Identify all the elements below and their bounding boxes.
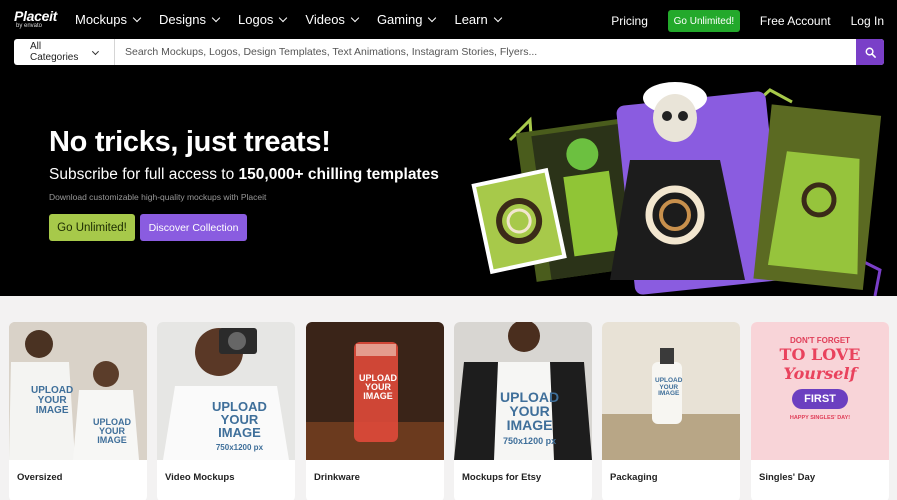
login-link[interactable]: Log In [851,14,884,28]
upload-text-1: UPLOAD YOUR IMAGE [31,386,73,416]
menu-label: Logos [238,12,274,27]
upload-text: UPLOAD YOUR IMAGE 750x1200 px [212,400,267,452]
chevron-down-icon [428,13,437,23]
upload-text: UPLOAD YOUR IMAGE [655,377,682,398]
nav-actions: Pricing Go Unlimited! Free Account Log I… [611,10,884,32]
card-image: UPLOAD YOUR IMAGE UPLOAD YOUR IMAGE [9,322,147,460]
main-menu: Mockups Designs Logos Videos Gaming Lear… [75,12,520,27]
menu-label: Gaming [376,12,423,27]
hero-go-unlimited-button[interactable]: Go Unlimited! [49,214,135,241]
menu-label: Mockups [75,12,128,27]
menu-label: Videos [305,12,345,27]
go-unlimited-button[interactable]: Go Unlimited! [667,10,740,32]
chevron-down-icon [92,47,100,55]
hero-subtitle-text: Subscribe for full access to [49,166,239,183]
menu-designs[interactable]: Designs [159,12,221,27]
placeit-logo[interactable]: Placeit by envato [14,9,58,31]
singles-line-1: DON'T FORGET [789,336,851,345]
card-label: Oversized [17,472,63,483]
card-image: UPLOAD YOUR IMAGE 750x1200 px [157,322,295,460]
image-word: IMAGE [506,417,553,433]
image-word: IMAGE [218,425,261,440]
card-label: Packaging [610,472,658,483]
menu-label: Designs [159,12,206,27]
size-text: 750x1200 px [503,436,557,446]
card-image: DON'T FORGET TO LOVE Yourself FIRST HAPP… [751,322,889,460]
upload-text: UPLOAD YOUR IMAGE [359,374,397,401]
search-bar: All Categories [14,39,884,65]
search-icon [865,47,876,58]
menu-label: Learn [454,12,488,27]
pricing-link[interactable]: Pricing [611,14,648,28]
singles-line-4: FIRST [792,389,848,409]
category-card-mockups-for-etsy[interactable]: UPLOAD YOUR IMAGE 750x1200 px Mockups for E… [454,322,592,500]
singles-line-3: Yourself [783,364,857,383]
category-section: UPLOAD YOUR IMAGE UPLOAD YOUR IMAGE Oversize… [0,296,897,500]
chevron-down-icon [279,13,288,23]
category-card-packaging[interactable]: UPLOAD YOUR IMAGE Packaging [602,322,740,500]
category-label: All Categories [30,41,79,63]
upload-text: UPLOAD YOUR IMAGE 750x1200 px [500,390,559,446]
image-word: IMAGE [97,435,127,445]
menu-videos[interactable]: Videos [305,12,360,27]
image-word: IMAGE [363,391,393,401]
image-word: IMAGE [658,390,680,397]
chevron-down-icon [493,13,502,23]
card-label: Video Mockups [165,472,235,483]
menu-learn[interactable]: Learn [454,12,502,27]
hero-collage-image [470,70,890,298]
card-label: Singles' Day [759,472,816,483]
menu-mockups[interactable]: Mockups [75,12,142,27]
singles-day-artwork: DON'T FORGET TO LOVE Yourself FIRST HAPP… [763,336,877,421]
menu-logos[interactable]: Logos [238,12,288,27]
discover-collection-button[interactable]: Discover Collection [140,214,247,241]
menu-gaming[interactable]: Gaming [376,12,437,27]
card-image: UPLOAD YOUR IMAGE [306,322,444,460]
top-nav: Placeit by envato Mockups Designs Logos … [0,0,897,40]
card-label: Drinkware [314,472,360,483]
category-card-singles-day[interactable]: DON'T FORGET TO LOVE Yourself FIRST HAPP… [751,322,889,500]
hero-subtitle-bold: 150,000+ chilling templates [238,166,439,183]
search-button[interactable] [856,39,884,65]
chevron-down-icon [132,13,142,23]
chevron-down-icon [211,13,221,23]
search-input[interactable] [115,39,856,65]
card-image: UPLOAD YOUR IMAGE 750x1200 px [454,322,592,460]
category-card-video-mockups[interactable]: UPLOAD YOUR IMAGE 750x1200 px Video Mockups [157,322,295,500]
hero-subtitle: Subscribe for full access to 150,000+ ch… [49,166,439,184]
singles-line-2: TO LOVE [779,345,861,364]
card-image: UPLOAD YOUR IMAGE [602,322,740,460]
category-select[interactable]: All Categories [14,39,115,65]
category-card-drinkware[interactable]: UPLOAD YOUR IMAGE Drinkware [306,322,444,500]
chevron-down-icon [350,13,360,23]
category-card-oversized[interactable]: UPLOAD YOUR IMAGE UPLOAD YOUR IMAGE Oversize… [9,322,147,500]
upload-text-2: UPLOAD YOUR IMAGE [93,418,131,445]
logo-wordmark: Placeit [14,8,58,24]
singles-line-5: HAPPY SINGLES' DAY! [789,415,851,421]
hero-description: Download customizable high-quality mocku… [49,192,267,202]
size-text: 750x1200 px [215,443,264,452]
card-label: Mockups for Etsy [462,472,542,483]
logo-subtitle: by envato [16,23,43,29]
hero-title: No tricks, just treats! [49,126,331,158]
free-account-link[interactable]: Free Account [760,14,831,28]
image-word: IMAGE [35,405,69,416]
